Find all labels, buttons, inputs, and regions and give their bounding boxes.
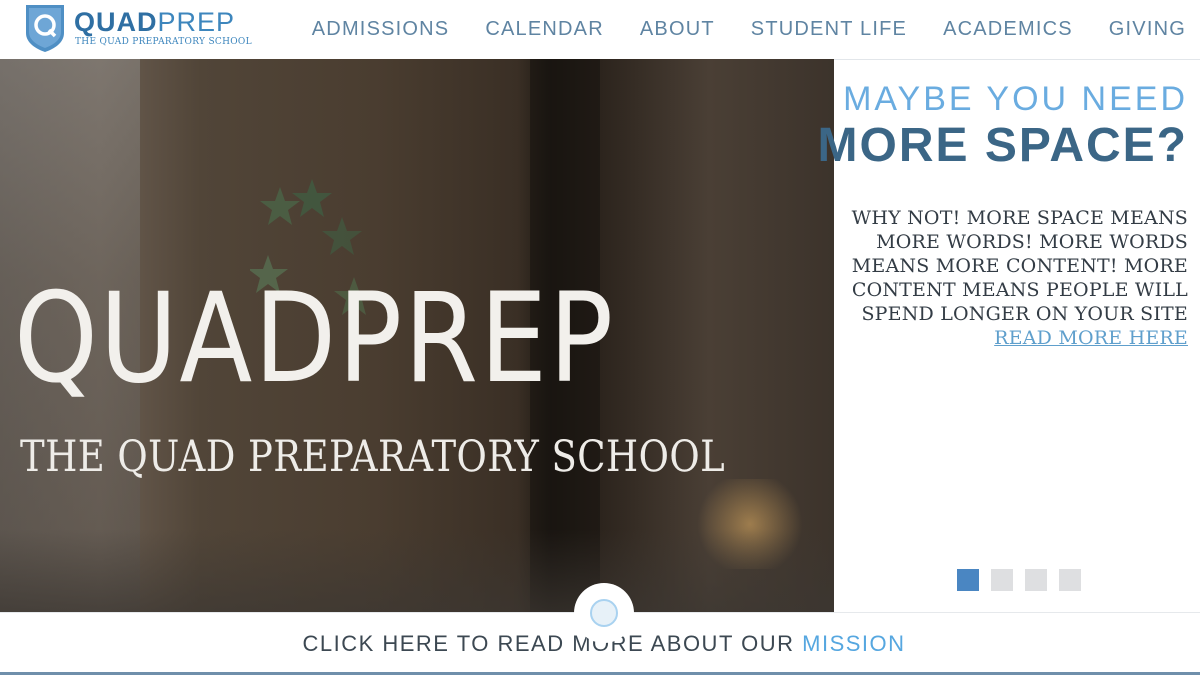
slide-dot-4[interactable] (1059, 569, 1081, 591)
panel-eyebrow: MAYBE YOU NEED (843, 80, 1188, 118)
scroll-down-button[interactable] (574, 583, 634, 643)
nav-academics[interactable]: ACADEMICS (925, 16, 1091, 42)
nav-student-life[interactable]: STUDENT LIFE (733, 16, 925, 42)
logo-subtitle: THE QUAD PREPARATORY SCHOOL (75, 37, 252, 47)
panel-body-text: WHY NOT! MORE SPACE MEANS MORE WORDS! MO… (851, 207, 1188, 325)
slide-dot-1[interactable] (957, 569, 979, 591)
hero-title: QUADPREP (14, 267, 615, 411)
logo-wordmark: QUADPREP (74, 8, 235, 36)
slide-dot-2[interactable] (991, 569, 1013, 591)
read-more-link[interactable]: READ MORE HERE (994, 326, 1188, 350)
panel-headline: MORE SPACE? (817, 119, 1188, 172)
nav-calendar[interactable]: CALENDAR (467, 16, 622, 42)
main-nav: ADMISSIONS CALENDAR ABOUT STUDENT LIFE A… (294, 16, 1186, 42)
shield-q-icon (26, 5, 64, 52)
panel-body: WHY NOT! MORE SPACE MEANS MORE WORDS! MO… (848, 206, 1188, 350)
nav-admissions[interactable]: ADMISSIONS (294, 16, 468, 42)
nav-giving[interactable]: GIVING (1091, 16, 1186, 42)
logo-name-bold: QUAD (74, 7, 158, 37)
mission-text: CLICK HERE TO READ MORE ABOUT OUR (302, 631, 795, 656)
nav-about[interactable]: ABOUT (622, 16, 733, 42)
hero-subtitle: THE QUAD PREPARATORY SCHOOL (20, 432, 726, 482)
mission-accent: MISSION (802, 631, 906, 656)
site-header: QUADPREP THE QUAD PREPARATORY SCHOOL ADM… (0, 0, 1200, 59)
hero-image: QUADPREP THE QUAD PREPARATORY SCHOOL (0, 59, 834, 612)
feature-panel: MAYBE YOU NEED MORE SPACE? WHY NOT! MORE… (818, 59, 1200, 613)
hero-bottom-shade (0, 529, 834, 612)
slider-pagination (957, 569, 1081, 591)
site-logo[interactable]: QUADPREP THE QUAD PREPARATORY SCHOOL (24, 3, 264, 55)
slide-dot-3[interactable] (1025, 569, 1047, 591)
logo-name-rest: PREP (157, 7, 236, 37)
scroll-circle-icon (590, 599, 618, 627)
